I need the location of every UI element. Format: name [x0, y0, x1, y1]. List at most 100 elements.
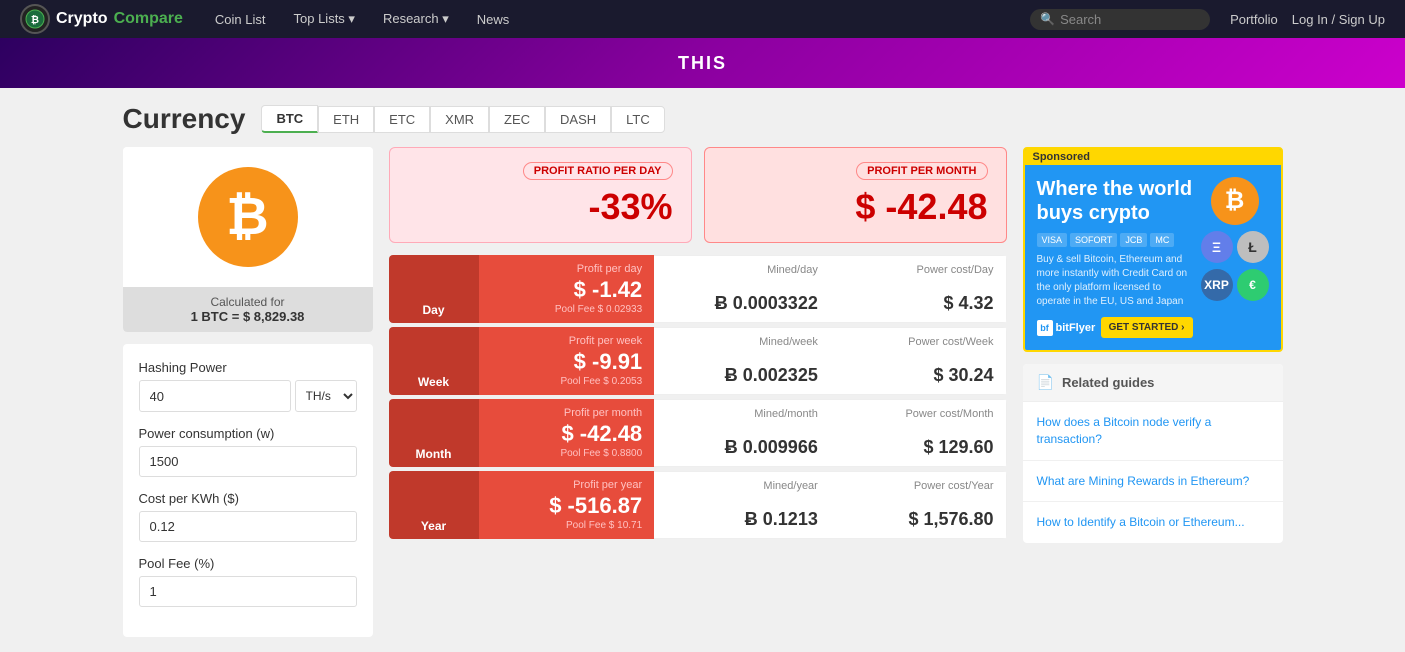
tab-zec[interactable]: ZEC — [489, 106, 545, 133]
row-week-profit-label: Profit per week — [491, 335, 643, 347]
row-day-mined-value: Ƀ 0.0003322 — [666, 293, 818, 314]
row-week-power-label: Power cost/Week — [842, 336, 994, 348]
row-week: Week Profit per week $ -9.91 Pool Fee $ … — [389, 327, 1007, 395]
ad-logo-row: bf bitFlyer GET STARTED › — [1037, 317, 1193, 338]
bitflyer-logo: bf bitFlyer — [1037, 320, 1096, 336]
tab-dash[interactable]: DASH — [545, 106, 611, 133]
pool-fee-label: Pool Fee (%) — [139, 556, 357, 571]
hashing-power-row: TH/s GH/s MH/s — [139, 380, 357, 412]
main-content: Currency BTC ETH ETC XMR ZEC DASH LTC ₿ … — [103, 88, 1303, 652]
btc-icon-area: ₿ — [123, 147, 373, 287]
row-year-power: Power cost/Year $ 1,576.80 — [830, 471, 1007, 539]
profit-ratio-value: -33% — [588, 186, 672, 228]
ad-btc-coin: ₿ — [1211, 177, 1259, 225]
row-year-mined: Mined/year Ƀ 0.1213 — [654, 471, 830, 539]
row-day-label: Day — [389, 255, 479, 323]
row-day-power-label: Power cost/Day — [842, 264, 994, 276]
cost-kwh-label: Cost per KWh ($) — [139, 491, 357, 506]
row-year-mined-label: Mined/year — [666, 480, 818, 492]
btc-value: 1 BTC = $ 8,829.38 — [131, 309, 365, 324]
row-month-profit-label: Profit per month — [491, 407, 643, 419]
row-week-profit-value: $ -9.91 — [491, 349, 643, 375]
logo[interactable]: ₿ CryptoCompare — [20, 4, 183, 34]
power-consumption-input[interactable] — [139, 446, 357, 477]
nav-search-box[interactable]: 🔍 — [1030, 9, 1210, 30]
row-month-power: Power cost/Month $ 129.60 — [830, 399, 1007, 467]
ad-headline: Where the world buys crypto — [1037, 177, 1193, 225]
visa-icon: VISA — [1037, 233, 1068, 247]
ad-ltc-coin: Ł — [1237, 231, 1269, 263]
middle-panel: PROFIT RATIO PER DAY -33% PROFIT PER MON… — [389, 147, 1007, 539]
row-week-mined-label: Mined/week — [666, 336, 818, 348]
pool-fee-group: Pool Fee (%) — [139, 556, 357, 607]
guides-icon: 📄 — [1037, 374, 1054, 391]
portfolio-link[interactable]: Portfolio — [1230, 12, 1278, 27]
nav-news[interactable]: News — [465, 8, 522, 31]
guide-item-2[interactable]: What are Mining Rewards in Ethereum? — [1023, 461, 1283, 503]
login-link[interactable]: Log In / Sign Up — [1292, 12, 1385, 27]
navbar: ₿ CryptoCompare Coin List Top Lists ▾ Re… — [0, 0, 1405, 38]
btc-logo: ₿ — [198, 167, 298, 267]
cost-kwh-group: Cost per KWh ($) — [139, 491, 357, 542]
row-week-mined: Mined/week Ƀ 0.002325 — [654, 327, 830, 395]
nav-top-lists[interactable]: Top Lists ▾ — [282, 7, 367, 31]
ad-payment-icons: VISA SOFORT JCB MC — [1037, 233, 1193, 247]
row-year: Year Profit per year $ -516.87 Pool Fee … — [389, 471, 1007, 539]
row-month-mined: Mined/month Ƀ 0.009966 — [654, 399, 830, 467]
guide-item-1[interactable]: How does a Bitcoin node verify a transac… — [1023, 402, 1283, 461]
content-row: ₿ Calculated for 1 BTC = $ 8,829.38 Hash… — [123, 147, 1283, 637]
mc-icon: MC — [1150, 233, 1174, 247]
hashing-unit-select[interactable]: TH/s GH/s MH/s — [295, 380, 357, 412]
nav-links: Coin List Top Lists ▾ Research ▾ News — [203, 7, 1010, 31]
hashing-power-label: Hashing Power — [139, 360, 357, 375]
row-year-mined-value: Ƀ 0.1213 — [666, 509, 818, 530]
row-year-power-value: $ 1,576.80 — [842, 509, 994, 530]
ad-icon-area: ₿ Ξ Ł XRP € — [1201, 177, 1269, 301]
related-guides: 📄 Related guides How does a Bitcoin node… — [1023, 364, 1283, 543]
row-year-pool-fee: Pool Fee $ 10.71 — [491, 520, 643, 531]
nav-research[interactable]: Research ▾ — [371, 7, 461, 31]
ad-eth-coin: Ξ — [1201, 231, 1233, 263]
guide-item-3[interactable]: How to Identify a Bitcoin or Ethereum... — [1023, 502, 1283, 543]
row-week-power: Power cost/Week $ 30.24 — [830, 327, 1007, 395]
row-month-profit-value: $ -42.48 — [491, 421, 643, 447]
cost-kwh-input[interactable] — [139, 511, 357, 542]
row-day-profit-value: $ -1.42 — [491, 277, 643, 303]
nav-coin-list[interactable]: Coin List — [203, 8, 278, 31]
data-rows: Day Profit per day $ -1.42 Pool Fee $ 0.… — [389, 255, 1007, 539]
row-day: Day Profit per day $ -1.42 Pool Fee $ 0.… — [389, 255, 1007, 323]
right-panel: Sponsored Where the world buys crypto VI… — [1023, 147, 1283, 543]
currency-header: Currency BTC ETH ETC XMR ZEC DASH LTC — [123, 103, 1283, 135]
profit-month-label: PROFIT PER MONTH — [856, 162, 987, 180]
row-month-power-label: Power cost/Month — [842, 408, 994, 420]
row-day-power: Power cost/Day $ 4.32 — [830, 255, 1007, 323]
bitflyer-name: bitFlyer — [1056, 322, 1096, 334]
row-month-mined-label: Mined/month — [666, 408, 818, 420]
page-title: Currency — [123, 103, 246, 135]
row-week-label: Week — [389, 327, 479, 395]
ad-xrp-coin: XRP — [1201, 269, 1233, 301]
tab-eth[interactable]: ETH — [318, 106, 374, 133]
row-month: Month Profit per month $ -42.48 Pool Fee… — [389, 399, 1007, 467]
tab-ltc[interactable]: LTC — [611, 106, 665, 133]
ad-cta-button[interactable]: GET STARTED › — [1101, 317, 1193, 338]
pool-fee-input[interactable] — [139, 576, 357, 607]
hashing-power-input[interactable] — [139, 380, 291, 412]
profit-month-value: $ -42.48 — [855, 186, 987, 228]
row-week-pool-fee: Pool Fee $ 0.2053 — [491, 376, 643, 387]
row-day-mined-label: Mined/day — [666, 264, 818, 276]
logo-icon: ₿ — [20, 4, 50, 34]
calc-for-label: Calculated for — [210, 295, 284, 309]
search-input[interactable] — [1060, 12, 1200, 27]
tab-etc[interactable]: ETC — [374, 106, 430, 133]
row-day-pool-fee: Pool Fee $ 0.02933 — [491, 304, 643, 315]
row-day-mined: Mined/day Ƀ 0.0003322 — [654, 255, 830, 323]
tab-xmr[interactable]: XMR — [430, 106, 489, 133]
row-month-power-value: $ 129.60 — [842, 437, 994, 458]
ad-coins-row2: XRP € — [1201, 269, 1269, 301]
tab-btc[interactable]: BTC — [261, 105, 318, 133]
row-day-profit: Profit per day $ -1.42 Pool Fee $ 0.0293… — [479, 255, 655, 323]
sofort-icon: SOFORT — [1070, 233, 1117, 247]
logo-text-crypto: Crypto — [56, 10, 108, 28]
ad-content: Where the world buys crypto VISA SOFORT … — [1025, 165, 1281, 350]
